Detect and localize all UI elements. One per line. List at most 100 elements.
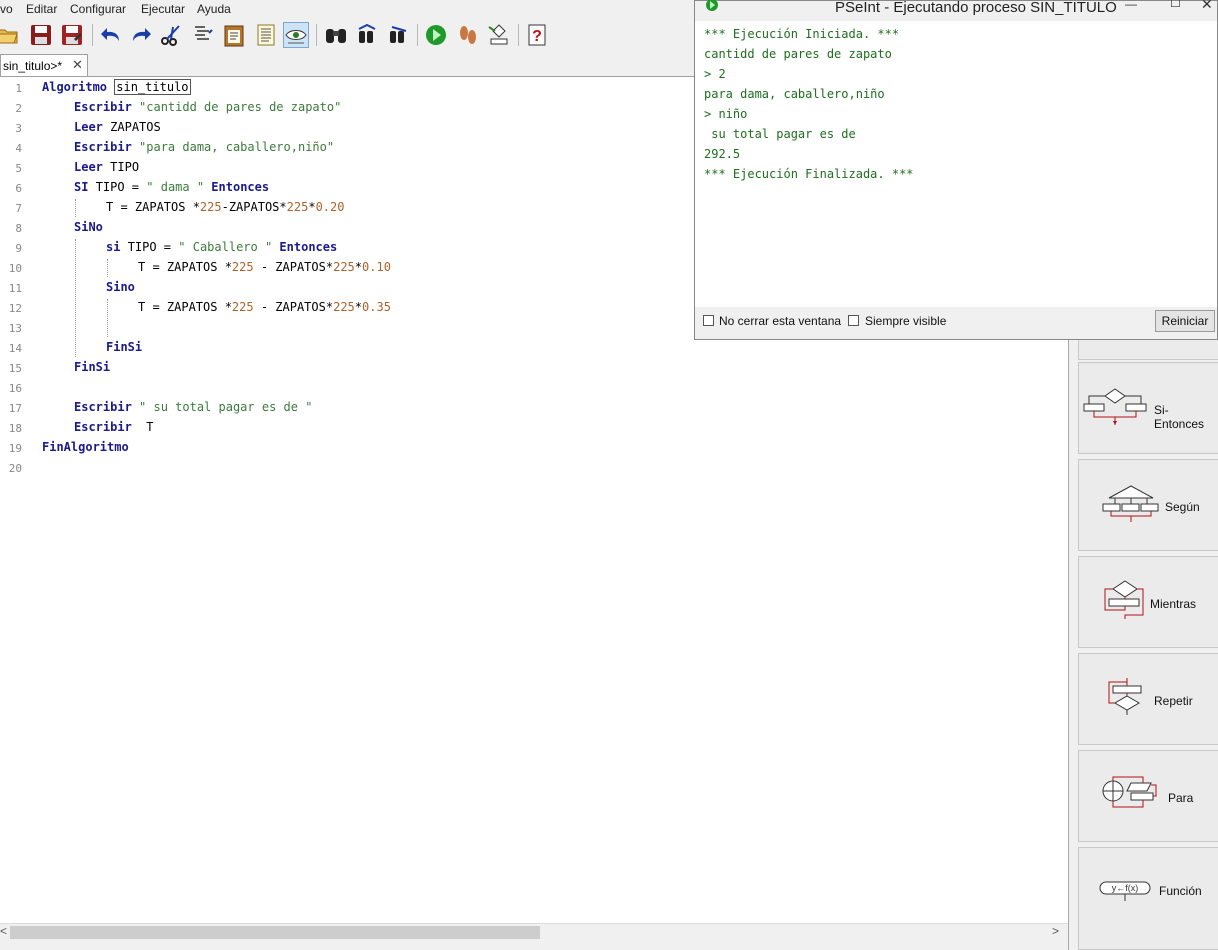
expression: - ZAPATOS* (253, 260, 334, 274)
menu-editar[interactable]: Editar (26, 2, 57, 16)
code-line-4: Escribir "para dama, caballero,niño" (74, 140, 334, 154)
funcion-button[interactable]: y←f(x) Función (1078, 847, 1218, 950)
algorithm-name: sin_titulo (114, 79, 191, 95)
redo-icon (133, 28, 151, 41)
cut-button[interactable] (158, 22, 184, 48)
switch-icon (1102, 485, 1159, 522)
close-icon[interactable]: ✕ (1201, 0, 1213, 13)
undo-icon (101, 28, 119, 41)
variable: T (146, 420, 154, 434)
number-literal: 225 (286, 200, 309, 214)
menu-configurar[interactable]: Configurar (70, 2, 126, 16)
string-literal: "para dama, caballero,niño" (139, 140, 335, 154)
toolbar: ? (0, 18, 700, 52)
si-entonces-button[interactable]: Si-Entonces (1078, 362, 1218, 454)
tab-close-icon[interactable]: ✕ (72, 57, 83, 73)
number-literal: 0.10 (362, 260, 391, 274)
run-button[interactable] (423, 22, 449, 48)
expression: * (354, 300, 363, 314)
segun-button[interactable]: Según (1078, 459, 1218, 551)
variable: TIPO (110, 160, 140, 174)
scroll-right-icon[interactable]: > (1052, 924, 1059, 938)
line-number: 3 (15, 122, 22, 135)
function-icon: y←f(x) (1099, 881, 1151, 901)
help-button[interactable]: ? (524, 22, 550, 48)
save-button[interactable] (28, 22, 54, 48)
expression: -ZAPATOS* (221, 200, 287, 214)
mientras-label: Mientras (1150, 597, 1197, 611)
console-output[interactable]: *** Ejecución Iniciada. *** cantidd de p… (695, 21, 1217, 307)
number-literal: 0.35 (362, 300, 391, 314)
line-number: 7 (15, 202, 22, 215)
console-line: *** Ejecución Finalizada. *** (704, 167, 914, 181)
keyword: SI (74, 180, 89, 194)
redo-button[interactable] (128, 22, 154, 48)
keyword: si (106, 240, 121, 254)
always-visible-checkbox[interactable] (848, 315, 859, 326)
line-number: 19 (8, 442, 22, 455)
keyword: Leer (74, 160, 103, 174)
indent-button[interactable] (283, 22, 309, 48)
find-icon (326, 29, 346, 43)
menu-ejecutar[interactable]: Ejecutar (141, 2, 185, 16)
console-line: *** Ejecución Iniciada. *** (704, 27, 900, 41)
step-by-step-icon (460, 26, 476, 44)
code-line-18: Escribir T (74, 420, 153, 434)
minimize-icon[interactable]: — (1125, 0, 1137, 11)
keyword: Algoritmo (42, 80, 108, 94)
keyword: SiNo (74, 220, 103, 234)
number-literal: 0.20 (315, 200, 345, 214)
keyword: Sino (106, 280, 135, 294)
variable: ZAPATOS (110, 120, 161, 134)
line-number: 12 (8, 302, 22, 315)
open-icon (0, 29, 18, 44)
code-line-8: SiNo (74, 220, 103, 234)
find-previous-button[interactable] (354, 22, 380, 48)
number-literal: 225 (231, 300, 254, 314)
no-close-checkbox[interactable] (703, 315, 714, 326)
find-button[interactable] (323, 22, 349, 48)
line-number: 8 (15, 222, 22, 235)
restart-button[interactable]: Reiniciar (1155, 310, 1215, 332)
mientras-button[interactable]: Mientras (1078, 556, 1218, 648)
paste-button[interactable] (221, 22, 247, 48)
repetir-button[interactable]: Repetir (1078, 653, 1218, 745)
select-all-button[interactable] (253, 22, 279, 48)
menu-ayuda[interactable]: Ayuda (197, 2, 231, 16)
scroll-left-icon[interactable]: < (0, 924, 7, 938)
horizontal-scrollbar[interactable]: < > (0, 923, 1068, 941)
save-as-button[interactable] (59, 22, 85, 48)
console-line: su total pagar es de (704, 127, 863, 141)
code-line-10: T = ZAPATOS *225 - ZAPATOS*225*0.10 (138, 260, 391, 274)
keyword: Escribir (74, 420, 132, 434)
undo-button[interactable] (98, 22, 124, 48)
pseint-logo-icon (706, 0, 718, 11)
funcion-label: Función (1159, 884, 1202, 898)
scrollbar-thumb[interactable] (10, 926, 540, 939)
repetir-label: Repetir (1154, 694, 1193, 708)
toolbar-separator (316, 24, 317, 46)
copy-button[interactable] (190, 22, 216, 48)
no-close-label: No cerrar esta ventana (719, 314, 842, 328)
open-button[interactable] (0, 22, 20, 48)
string-literal: " dama " (146, 180, 205, 194)
maximize-icon[interactable]: ☐ (1170, 0, 1181, 10)
select-all-icon (257, 24, 275, 46)
keyword: Escribir (74, 100, 132, 114)
find-next-button[interactable] (385, 22, 411, 48)
menu-archivo[interactable]: vo (0, 2, 13, 16)
line-number: 13 (8, 322, 22, 335)
expression: T = ZAPATOS * (138, 260, 232, 274)
code-line-17: Escribir " su total pagar es de " (74, 400, 312, 414)
indent-guide (107, 259, 108, 277)
tab-sin-titulo[interactable]: sin_titulo>* ✕ (0, 54, 88, 76)
help-icon: ? (528, 24, 546, 46)
expression: * (354, 260, 363, 274)
save-icon (31, 25, 51, 45)
window-titlebar[interactable]: PSeInt - Ejecutando proceso SIN_TITULO —… (695, 0, 1218, 21)
flowchart-button[interactable] (486, 22, 512, 48)
step-by-step-button[interactable] (455, 22, 481, 48)
line-number: 14 (8, 342, 22, 355)
console-line: cantidd de pares de zapato (704, 47, 892, 61)
para-button[interactable]: Para (1078, 750, 1218, 842)
